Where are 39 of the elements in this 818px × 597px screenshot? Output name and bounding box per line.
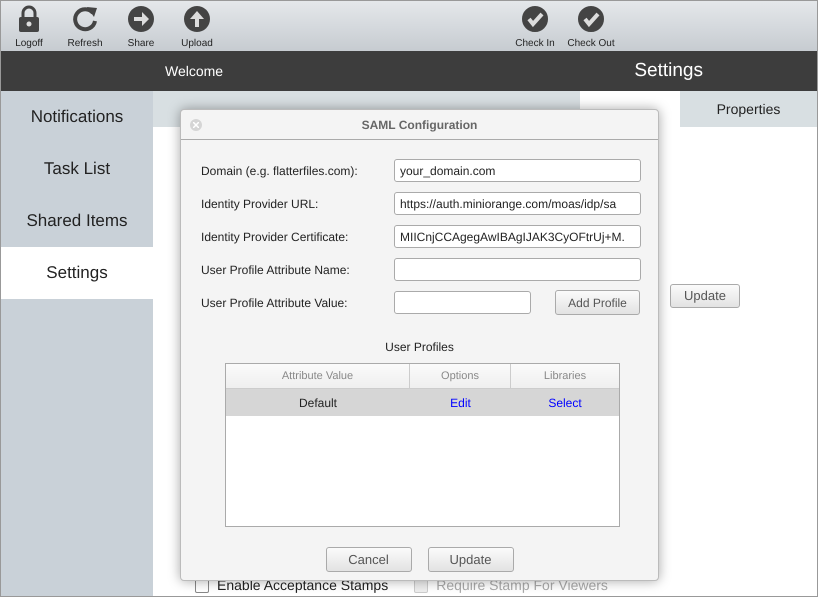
- dialog-button[interactable]: Cancel: [326, 547, 412, 572]
- field-label: Identity Provider Certificate:: [201, 228, 350, 246]
- input-field[interactable]: your_domain.com: [394, 159, 641, 182]
- checkmark-icon: [577, 5, 605, 33]
- page-title: Settings: [634, 58, 703, 83]
- welcome-text: Welcome: [165, 62, 224, 80]
- input-field[interactable]: [394, 291, 531, 314]
- padlock-icon: [17, 5, 41, 33]
- checkmark-icon: [521, 5, 549, 33]
- select-link[interactable]: Select: [511, 394, 619, 412]
- input-field[interactable]: [394, 258, 641, 281]
- field-label: Domain (e.g. flatterfiles.com):: [201, 162, 359, 180]
- field-label: User Profile Attribute Value:: [201, 294, 349, 312]
- tab[interactable]: Properties: [680, 91, 817, 127]
- input-field[interactable]: MIICnjCCAgegAwIBAgIJAK3CyOFtrUj+M.: [394, 225, 641, 248]
- dialog-title: SAML Configuration: [362, 116, 478, 134]
- toolbar-button[interactable]: Share: [113, 1, 169, 51]
- checkbox-label: Enable Acceptance Stamps: [217, 576, 388, 595]
- update-button[interactable]: Update: [670, 284, 740, 308]
- toolbar-button[interactable]: Logoff: [1, 1, 57, 51]
- field-label: Identity Provider URL:: [201, 196, 320, 212]
- field-label: User Profile Attribute Name:: [201, 262, 351, 278]
- add-profile-button[interactable]: Add Profile: [555, 290, 640, 315]
- toolbar-button[interactable]: Refresh: [57, 1, 113, 51]
- column-header: Options: [410, 364, 511, 388]
- sidebar-item[interactable]: Settings: [1, 247, 153, 299]
- column-header: Libraries: [542, 368, 588, 384]
- input-field[interactable]: https://auth.miniorange.com/moas/idp/sa: [394, 192, 641, 215]
- table-cell-text: Default: [298, 394, 338, 412]
- table-row[interactable]: Default Edit Select: [226, 389, 619, 416]
- toolbar-button[interactable]: Check In: [507, 1, 563, 51]
- toolbar-button[interactable]: Check Out: [563, 1, 619, 51]
- toolbar-button[interactable]: Upload: [169, 1, 225, 51]
- close-icon[interactable]: [190, 118, 202, 130]
- edit-link[interactable]: Edit: [410, 394, 511, 412]
- refresh-icon: [71, 5, 99, 33]
- column-header: Attribute Value: [226, 364, 410, 388]
- section-title: User Profiles: [385, 339, 454, 356]
- dialog-button[interactable]: Update: [428, 547, 514, 572]
